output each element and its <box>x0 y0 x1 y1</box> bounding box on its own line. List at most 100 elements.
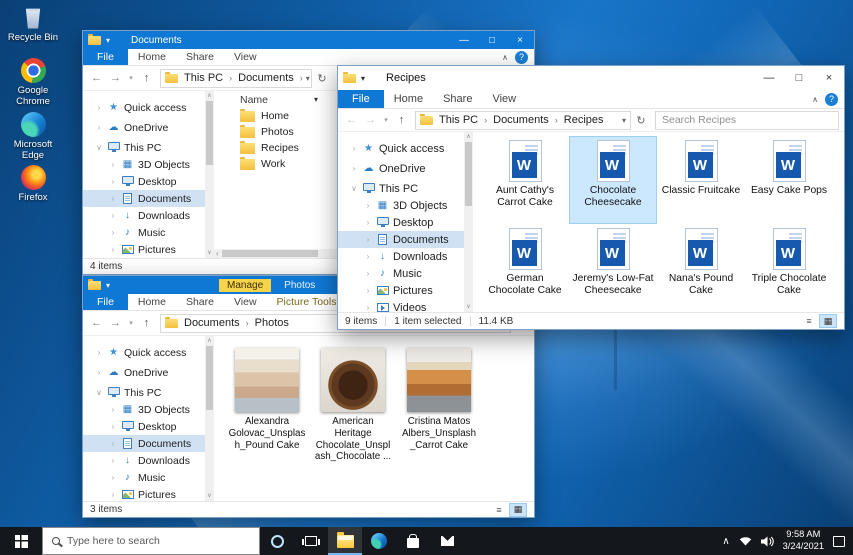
store-taskbar-button[interactable] <box>396 527 430 555</box>
network-icon[interactable] <box>739 536 752 546</box>
chevron-right-icon[interactable]: › <box>109 177 117 186</box>
column-filter-dropdown-icon[interactable]: ▾ <box>314 95 318 104</box>
recent-locations-dropdown-icon[interactable]: ▾ <box>126 74 136 82</box>
sidebar-item-downloads[interactable]: › ↓ Downloads <box>83 452 205 469</box>
chevron-right-icon[interactable]: › <box>109 405 117 414</box>
qat-customize-icon[interactable]: ▾ <box>361 74 365 83</box>
chevron-right-icon[interactable]: › <box>364 286 372 295</box>
sidebar-item-onedrive[interactable]: › ☁ OneDrive <box>83 364 205 381</box>
refresh-icon[interactable]: ↻ <box>633 114 649 127</box>
maximize-button[interactable]: □ <box>784 66 814 90</box>
chevron-right-icon[interactable]: › <box>109 160 117 169</box>
tab-file[interactable]: File <box>338 90 384 108</box>
qat-customize-icon[interactable]: ▾ <box>106 281 110 290</box>
back-button[interactable]: ← <box>88 72 105 84</box>
sidebar-item-pictures[interactable]: › Pictures <box>83 241 205 258</box>
sidebar-item-quick-access[interactable]: › ★ Quick access <box>83 344 205 361</box>
picture-tools-manage-chip[interactable]: Manage <box>219 279 271 292</box>
details-view-button[interactable]: ≡ <box>800 314 818 328</box>
sidebar-item-downloads[interactable]: › ↓ Downloads <box>83 207 205 224</box>
scrollbar-thumb[interactable] <box>465 142 472 206</box>
up-button[interactable]: ↑ <box>138 72 155 84</box>
chevron-right-icon[interactable]: › <box>109 490 117 499</box>
file-explorer-taskbar-button[interactable] <box>328 527 362 555</box>
breadcrumb-photos[interactable]: Photos <box>252 317 292 329</box>
recent-locations-dropdown-icon[interactable]: ▾ <box>381 116 391 124</box>
action-center-icon[interactable] <box>833 536 845 547</box>
chevron-right-icon[interactable]: › <box>95 368 103 377</box>
file-item[interactable]: W Easy Cake Pops <box>745 136 833 224</box>
sidebar-scrollbar[interactable]: ∧ ∨ <box>205 336 214 501</box>
sidebar-item-documents[interactable]: › Documents <box>83 435 205 452</box>
file-item[interactable]: W Jeremy's Low-Fat Cheesecake <box>569 224 657 312</box>
scroll-down-icon[interactable]: ∨ <box>207 249 211 257</box>
titlebar[interactable]: ▾ Documents — □ × <box>83 31 534 49</box>
scroll-left-icon[interactable]: ‹ <box>216 249 219 258</box>
taskbar-search-input[interactable] <box>67 535 250 547</box>
column-header-name[interactable]: Name <box>240 94 268 106</box>
sidebar-scrollbar[interactable]: ∧ ∨ <box>464 132 473 312</box>
chevron-right-icon[interactable]: › <box>364 218 372 227</box>
mail-taskbar-button[interactable] <box>430 527 464 555</box>
desktop-icon-firefox[interactable]: Firefox <box>4 164 62 204</box>
forward-button[interactable]: → <box>107 317 124 329</box>
chevron-right-icon[interactable]: › <box>109 228 117 237</box>
chevron-right-icon[interactable]: › <box>109 439 117 448</box>
cortana-button[interactable] <box>260 527 294 555</box>
volume-icon[interactable] <box>761 536 774 547</box>
chevron-right-icon[interactable]: › <box>350 144 358 153</box>
breadcrumb-recipes[interactable]: Recipes <box>561 114 607 126</box>
tab-file[interactable]: File <box>83 49 128 65</box>
sidebar-item-this-pc[interactable]: ∨ This PC <box>338 180 464 197</box>
file-item[interactable]: W Classic Fruitcake <box>657 136 745 224</box>
chevron-down-icon[interactable]: ∨ <box>95 143 103 152</box>
sidebar-item-this-pc[interactable]: ∨ This PC <box>83 139 205 156</box>
file-item[interactable]: W German Chocolate Cake <box>481 224 569 312</box>
help-icon[interactable]: ? <box>515 51 528 64</box>
scrollbar-thumb[interactable] <box>206 101 213 165</box>
scroll-up-icon[interactable]: ∧ <box>466 133 470 141</box>
chevron-right-icon[interactable]: › <box>109 194 117 203</box>
tray-show-hidden-icons[interactable]: ∧ <box>722 536 729 547</box>
sidebar-item-3d-objects[interactable]: › ▦ 3D Objects <box>338 197 464 214</box>
file-item[interactable]: W Nana's Pound Cake <box>657 224 745 312</box>
sidebar-item-desktop[interactable]: › Desktop <box>83 173 205 190</box>
back-button[interactable]: ← <box>88 317 105 329</box>
tab-home[interactable]: Home <box>384 90 433 108</box>
tab-file[interactable]: File <box>83 294 128 310</box>
close-button[interactable]: × <box>506 31 534 49</box>
search-input[interactable] <box>655 111 839 130</box>
chevron-right-icon[interactable]: › <box>364 303 372 312</box>
photo-item[interactable]: Alexandra Golovac_Unsplash_Pound Cake <box>228 348 306 451</box>
up-button[interactable]: ↑ <box>138 317 155 329</box>
chevron-down-icon[interactable]: ∨ <box>95 388 103 397</box>
sidebar-item-music[interactable]: › ♪ Music <box>83 469 205 486</box>
tab-view[interactable]: View <box>224 49 267 65</box>
scrollbar-thumb[interactable] <box>206 346 213 410</box>
qat-customize-icon[interactable]: ▾ <box>106 36 110 45</box>
scroll-up-icon[interactable]: ∧ <box>207 92 211 100</box>
tab-share[interactable]: Share <box>176 49 224 65</box>
sidebar-item-music[interactable]: › ♪ Music <box>83 224 205 241</box>
tab-share[interactable]: Share <box>176 294 224 310</box>
tab-share[interactable]: Share <box>433 90 482 108</box>
tab-view[interactable]: View <box>224 294 267 310</box>
sidebar-item-documents[interactable]: › Documents <box>338 231 464 248</box>
back-button[interactable]: ← <box>343 114 360 126</box>
breadcrumb-documents[interactable]: Documents <box>490 114 552 126</box>
sidebar-item-pictures[interactable]: › Pictures <box>338 282 464 299</box>
breadcrumb-this-pc[interactable]: This PC <box>436 114 481 126</box>
chevron-right-icon[interactable]: › <box>95 348 103 357</box>
tab-home[interactable]: Home <box>128 49 176 65</box>
chevron-right-icon[interactable]: › <box>109 211 117 220</box>
sidebar-item-onedrive[interactable]: › ☁ OneDrive <box>83 119 205 136</box>
collapse-ribbon-icon[interactable]: ∧ <box>812 95 818 104</box>
collapse-ribbon-icon[interactable]: ∧ <box>502 53 508 62</box>
file-item-selected[interactable]: W Chocolate Cheesecake <box>569 136 657 224</box>
scrollbar-thumb[interactable] <box>222 250 318 257</box>
chevron-right-icon[interactable]: › <box>95 103 103 112</box>
taskbar-search[interactable] <box>42 527 260 555</box>
thumbnail-view-button[interactable]: ▦ <box>819 314 837 328</box>
address-bar[interactable]: This PC › Documents › ▾ <box>160 69 312 88</box>
breadcrumb-documents[interactable]: Documents <box>181 317 243 329</box>
